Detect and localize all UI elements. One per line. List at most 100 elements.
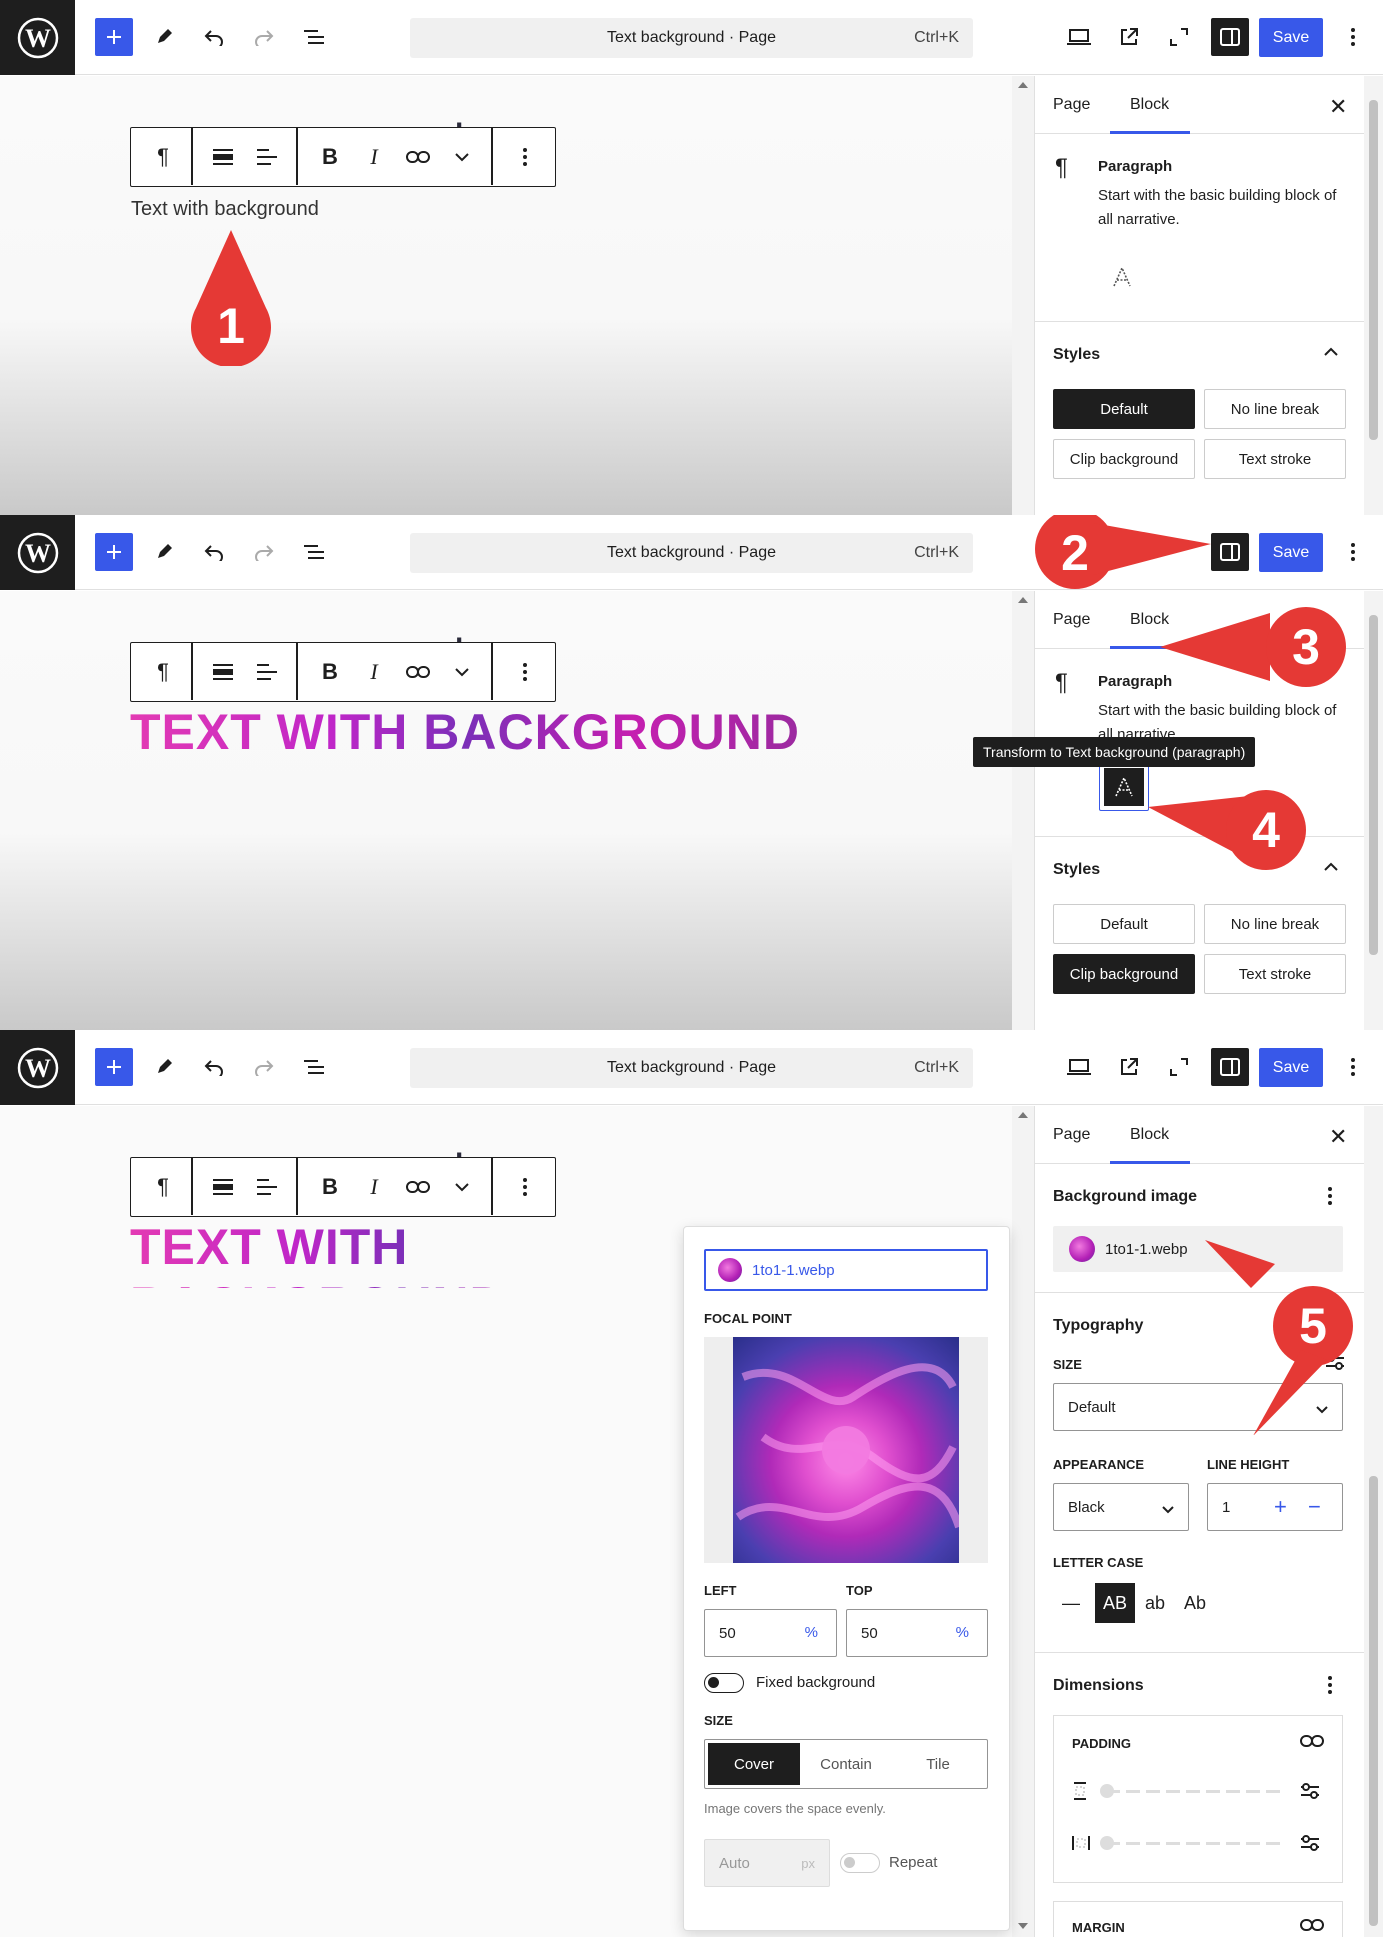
style-default-button[interactable]: Default xyxy=(1053,389,1195,429)
text-background-transform-icon[interactable] xyxy=(1111,266,1133,293)
panel-options-icon[interactable] xyxy=(1327,1186,1333,1211)
undo-icon[interactable] xyxy=(195,533,233,571)
paragraph-block-clip-background[interactable]: TEXT WITH BACKGROUND xyxy=(130,1218,684,1288)
undo-icon[interactable] xyxy=(195,1048,233,1086)
add-block-icon[interactable] xyxy=(95,18,133,56)
style-clip-background-button[interactable]: Clip background xyxy=(1053,439,1195,479)
settings-sidebar-toggle-icon[interactable] xyxy=(1211,18,1249,56)
letter-case-capitalize[interactable]: Ab xyxy=(1177,1583,1213,1623)
document-overview-icon[interactable] xyxy=(295,18,333,56)
letter-case-none[interactable]: — xyxy=(1053,1583,1089,1623)
paragraph-block-clip-background[interactable]: TEXT WITH BACKGROUND xyxy=(130,703,800,761)
canvas-scrollbar[interactable] xyxy=(1012,76,1034,515)
block-options-icon[interactable] xyxy=(511,658,539,686)
decrement-icon[interactable]: − xyxy=(1308,1494,1321,1520)
fullscreen-icon[interactable] xyxy=(1160,1048,1198,1086)
close-sidebar-icon[interactable]: ✕ xyxy=(1329,94,1347,120)
tab-page[interactable]: Page xyxy=(1053,1126,1090,1144)
fixed-background-toggle[interactable] xyxy=(704,1673,744,1693)
canvas-scrollbar[interactable] xyxy=(1012,1106,1034,1937)
text-background-transform-button[interactable] xyxy=(1099,763,1149,811)
preview-device-icon[interactable] xyxy=(1060,18,1098,56)
unit-label[interactable]: % xyxy=(956,1624,969,1641)
italic-icon[interactable]: I xyxy=(360,143,388,171)
editor-canvas[interactable]: ound ¶ B I Text with background 1 xyxy=(0,76,1012,515)
letter-case-lowercase[interactable]: ab xyxy=(1137,1583,1173,1623)
options-menu-icon[interactable] xyxy=(1333,18,1373,56)
editor-canvas[interactable]: ound ¶ B I TEXT WITH BACKGROUND xyxy=(0,591,1012,1030)
settings-sidebar-toggle-icon[interactable] xyxy=(1211,533,1249,571)
bold-icon[interactable]: B xyxy=(316,1173,344,1201)
letter-case-uppercase[interactable]: AB xyxy=(1095,1583,1135,1623)
text-align-icon[interactable] xyxy=(253,658,281,686)
redo-icon[interactable] xyxy=(245,533,283,571)
settings-sidebar-toggle-icon[interactable] xyxy=(1211,1048,1249,1086)
padding-settings-icon[interactable] xyxy=(1300,1782,1320,1805)
tab-block[interactable]: Block xyxy=(1130,96,1169,114)
style-no-line-break-button[interactable]: No line break xyxy=(1204,389,1346,429)
italic-icon[interactable]: I xyxy=(360,658,388,686)
style-no-line-break-button[interactable]: No line break xyxy=(1204,904,1346,944)
focal-left-input[interactable]: 50 % xyxy=(704,1609,837,1657)
padding-vertical-slider[interactable] xyxy=(1106,1790,1284,1793)
wordpress-logo-icon[interactable]: W xyxy=(0,1030,75,1105)
italic-icon[interactable]: I xyxy=(360,1173,388,1201)
document-overview-icon[interactable] xyxy=(295,533,333,571)
unit-label[interactable]: % xyxy=(805,1624,818,1641)
image-file-field[interactable]: 1to1-1.webp xyxy=(704,1249,988,1291)
padding-settings-icon[interactable] xyxy=(1300,1834,1320,1857)
link-icon[interactable] xyxy=(404,143,432,171)
canvas-scrollbar[interactable] xyxy=(1012,591,1034,1030)
save-button[interactable]: Save xyxy=(1259,18,1323,57)
appearance-select[interactable]: Black xyxy=(1053,1483,1189,1531)
tab-page[interactable]: Page xyxy=(1053,611,1090,629)
panel-options-icon[interactable] xyxy=(1327,1675,1333,1700)
focal-point-picker[interactable] xyxy=(704,1337,988,1563)
paragraph-block[interactable]: Text with background xyxy=(131,198,319,221)
chevron-down-icon[interactable] xyxy=(448,658,476,686)
view-page-external-icon[interactable] xyxy=(1110,18,1148,56)
style-default-button[interactable]: Default xyxy=(1053,904,1195,944)
chevron-down-icon[interactable] xyxy=(448,143,476,171)
link-icon[interactable] xyxy=(404,1173,432,1201)
fullscreen-icon[interactable] xyxy=(1160,18,1198,56)
paragraph-icon[interactable]: ¶ xyxy=(149,143,177,171)
text-align-icon[interactable] xyxy=(253,143,281,171)
document-overview-icon[interactable] xyxy=(295,1048,333,1086)
chevron-down-icon[interactable] xyxy=(448,1173,476,1201)
block-options-icon[interactable] xyxy=(511,143,539,171)
options-menu-icon[interactable] xyxy=(1333,533,1373,571)
sidebar-scrollbar[interactable] xyxy=(1364,1106,1383,1937)
options-menu-icon[interactable] xyxy=(1333,1048,1373,1086)
command-palette-bar[interactable]: Text background · Page Ctrl+K xyxy=(410,1048,973,1088)
preview-device-icon[interactable] xyxy=(1060,1048,1098,1086)
wordpress-logo-icon[interactable]: W xyxy=(0,515,75,590)
tab-block[interactable]: Block xyxy=(1130,1126,1169,1144)
undo-icon[interactable] xyxy=(195,18,233,56)
link-icon[interactable] xyxy=(404,658,432,686)
size-option-contain[interactable]: Contain xyxy=(800,1740,892,1788)
slider-handle[interactable] xyxy=(1100,1784,1114,1798)
close-sidebar-icon[interactable]: ✕ xyxy=(1329,1124,1347,1150)
text-align-icon[interactable] xyxy=(253,1173,281,1201)
focal-top-input[interactable]: 50 % xyxy=(846,1609,988,1657)
size-option-tile[interactable]: Tile xyxy=(892,1740,984,1788)
command-palette-bar[interactable]: Text background · Page Ctrl+K xyxy=(410,533,973,573)
align-icon[interactable] xyxy=(209,1173,237,1201)
pencil-tools-icon[interactable] xyxy=(145,18,183,56)
save-button[interactable]: Save xyxy=(1259,1048,1323,1087)
pencil-tools-icon[interactable] xyxy=(145,1048,183,1086)
line-height-input[interactable]: 1 + − xyxy=(1207,1483,1343,1531)
paragraph-icon[interactable]: ¶ xyxy=(149,658,177,686)
bold-icon[interactable]: B xyxy=(316,143,344,171)
padding-horizontal-slider[interactable] xyxy=(1106,1842,1284,1845)
wordpress-logo-icon[interactable]: W xyxy=(0,0,75,75)
pencil-tools-icon[interactable] xyxy=(145,533,183,571)
sidebar-scrollbar[interactable] xyxy=(1364,76,1383,515)
unlink-sides-icon[interactable] xyxy=(1300,1918,1324,1937)
tab-page[interactable]: Page xyxy=(1053,96,1090,114)
view-page-external-icon[interactable] xyxy=(1110,1048,1148,1086)
paragraph-icon[interactable]: ¶ xyxy=(149,1173,177,1201)
bold-icon[interactable]: B xyxy=(316,658,344,686)
add-block-icon[interactable] xyxy=(95,1048,133,1086)
